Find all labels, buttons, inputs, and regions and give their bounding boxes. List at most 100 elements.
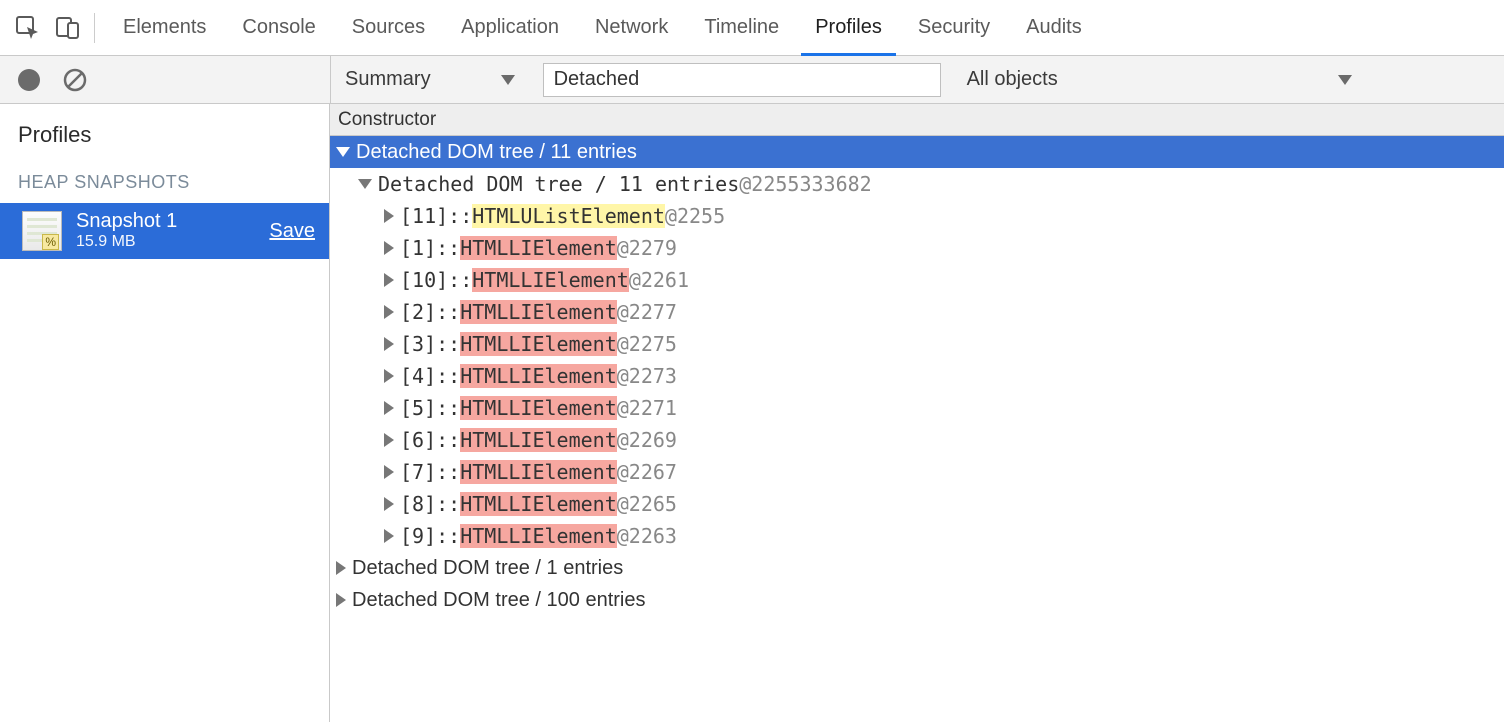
object-class-name: HTMLLIElement bbox=[460, 460, 617, 484]
object-class-name: HTMLLIElement bbox=[460, 300, 617, 324]
object-id: @2273 bbox=[617, 364, 677, 388]
disclosure-triangle-icon[interactable] bbox=[384, 209, 394, 223]
tab-profiles[interactable]: Profiles bbox=[797, 0, 900, 55]
object-row[interactable]: [8] :: HTMLLIElement @2265 bbox=[330, 488, 1504, 520]
constructor-row[interactable]: Detached DOM tree / 1 entries bbox=[330, 552, 1504, 584]
object-index: [2] bbox=[400, 300, 436, 324]
disclosure-triangle-icon[interactable] bbox=[384, 305, 394, 319]
object-row[interactable]: [3] :: HTMLLIElement @2275 bbox=[330, 328, 1504, 360]
object-class-name: HTMLLIElement bbox=[472, 268, 629, 292]
constructor-row[interactable]: Detached DOM tree / 100 entries bbox=[330, 584, 1504, 616]
disclosure-triangle-icon[interactable] bbox=[384, 369, 394, 383]
profiles-toolbar: Summary All objects bbox=[0, 56, 1504, 104]
constructor-group-row[interactable]: Detached DOM tree / 11 entries @22553336… bbox=[330, 168, 1504, 200]
tab-console[interactable]: Console bbox=[224, 0, 333, 55]
snapshot-name: Snapshot 1 bbox=[76, 210, 177, 233]
disclosure-triangle-icon[interactable] bbox=[384, 241, 394, 255]
object-id: @2263 bbox=[617, 524, 677, 548]
clear-profiles-icon[interactable] bbox=[62, 67, 88, 93]
snapshot-item[interactable]: Snapshot 1 15.9 MB Save bbox=[0, 203, 329, 259]
disclosure-triangle-icon[interactable] bbox=[384, 401, 394, 415]
separator: :: bbox=[436, 524, 460, 548]
tab-timeline[interactable]: Timeline bbox=[686, 0, 797, 55]
tab-network[interactable]: Network bbox=[577, 0, 686, 55]
disclosure-triangle-icon[interactable] bbox=[384, 529, 394, 543]
object-index: [11] bbox=[400, 204, 448, 228]
object-index: [1] bbox=[400, 236, 436, 260]
disclosure-triangle-icon[interactable] bbox=[384, 273, 394, 287]
inspect-element-icon[interactable] bbox=[8, 8, 48, 48]
object-class-name: HTMLLIElement bbox=[460, 492, 617, 516]
object-class-name: HTMLLIElement bbox=[460, 332, 617, 356]
object-row[interactable]: [1] :: HTMLLIElement @2279 bbox=[330, 232, 1504, 264]
separator: :: bbox=[448, 204, 472, 228]
object-row[interactable]: [10] :: HTMLLIElement @2261 bbox=[330, 264, 1504, 296]
object-index: [9] bbox=[400, 524, 436, 548]
tab-application[interactable]: Application bbox=[443, 0, 577, 55]
disclosure-triangle-icon[interactable] bbox=[384, 465, 394, 479]
object-row[interactable]: [7] :: HTMLLIElement @2267 bbox=[330, 456, 1504, 488]
object-id: @2271 bbox=[617, 396, 677, 420]
disclosure-triangle-icon[interactable] bbox=[384, 337, 394, 351]
tab-sources[interactable]: Sources bbox=[334, 0, 443, 55]
object-index: [3] bbox=[400, 332, 436, 356]
disclosure-triangle-icon[interactable] bbox=[336, 147, 350, 157]
object-class-name: HTMLLIElement bbox=[460, 396, 617, 420]
object-id: @2275 bbox=[617, 332, 677, 356]
record-heap-snapshot-button[interactable] bbox=[18, 69, 40, 91]
view-mode-select[interactable]: Summary bbox=[345, 68, 529, 91]
group-label: Detached DOM tree / 11 entries bbox=[378, 172, 739, 196]
chevron-down-icon bbox=[501, 75, 515, 85]
snapshot-size: 15.9 MB bbox=[76, 233, 177, 251]
disclosure-triangle-icon[interactable] bbox=[358, 179, 372, 189]
disclosure-triangle-icon[interactable] bbox=[384, 433, 394, 447]
separator: :: bbox=[436, 332, 460, 356]
object-class-name: HTMLLIElement bbox=[460, 524, 617, 548]
class-filter-input[interactable] bbox=[543, 63, 941, 97]
view-mode-label: Summary bbox=[345, 68, 431, 91]
object-scope-label: All objects bbox=[967, 68, 1058, 91]
object-index: [4] bbox=[400, 364, 436, 388]
devtools-tabstrip: ElementsConsoleSourcesApplicationNetwork… bbox=[0, 0, 1504, 56]
tab-audits[interactable]: Audits bbox=[1008, 0, 1100, 55]
object-index: [5] bbox=[400, 396, 436, 420]
snapshot-save-link[interactable]: Save bbox=[269, 220, 315, 243]
constructor-row-label: Detached DOM tree / 1 entries bbox=[352, 557, 623, 580]
object-class-name: HTMLUListElement bbox=[472, 204, 665, 228]
object-index: [6] bbox=[400, 428, 436, 452]
object-row[interactable]: [2] :: HTMLLIElement @2277 bbox=[330, 296, 1504, 328]
chevron-down-icon bbox=[1338, 75, 1352, 85]
disclosure-triangle-icon[interactable] bbox=[384, 497, 394, 511]
object-class-name: HTMLLIElement bbox=[460, 364, 617, 388]
tab-elements[interactable]: Elements bbox=[105, 0, 224, 55]
object-scope-select[interactable]: All objects bbox=[955, 68, 1352, 91]
separator: :: bbox=[436, 236, 460, 260]
constructor-row-label: Detached DOM tree / 100 entries bbox=[352, 589, 645, 612]
sidebar-title: Profiles bbox=[0, 104, 329, 164]
disclosure-triangle-icon[interactable] bbox=[336, 561, 346, 575]
heap-snapshot-view: Constructor Detached DOM tree / 11 entri… bbox=[330, 104, 1504, 722]
object-row[interactable]: [6] :: HTMLLIElement @2269 bbox=[330, 424, 1504, 456]
device-toolbar-icon[interactable] bbox=[48, 8, 88, 48]
tab-security[interactable]: Security bbox=[900, 0, 1008, 55]
separator: :: bbox=[436, 428, 460, 452]
object-row[interactable]: [11] :: HTMLUListElement @2255 bbox=[330, 200, 1504, 232]
object-row[interactable]: [5] :: HTMLLIElement @2271 bbox=[330, 392, 1504, 424]
object-id: @2269 bbox=[617, 428, 677, 452]
object-id: @2267 bbox=[617, 460, 677, 484]
column-header-constructor[interactable]: Constructor bbox=[330, 104, 1504, 136]
sidebar-group-heap-snapshots: HEAP SNAPSHOTS bbox=[0, 164, 329, 203]
separator: :: bbox=[436, 460, 460, 484]
object-row[interactable]: [4] :: HTMLLIElement @2273 bbox=[330, 360, 1504, 392]
disclosure-triangle-icon[interactable] bbox=[336, 593, 346, 607]
tabstrip-divider bbox=[94, 13, 95, 43]
separator: :: bbox=[436, 492, 460, 516]
constructor-row-selected[interactable]: Detached DOM tree / 11 entries bbox=[330, 136, 1504, 168]
separator: :: bbox=[448, 268, 472, 292]
object-index: [8] bbox=[400, 492, 436, 516]
object-id: @2277 bbox=[617, 300, 677, 324]
object-id: @2279 bbox=[617, 236, 677, 260]
object-row[interactable]: [9] :: HTMLLIElement @2263 bbox=[330, 520, 1504, 552]
object-id: @2255333682 bbox=[739, 172, 871, 196]
object-id: @2265 bbox=[617, 492, 677, 516]
